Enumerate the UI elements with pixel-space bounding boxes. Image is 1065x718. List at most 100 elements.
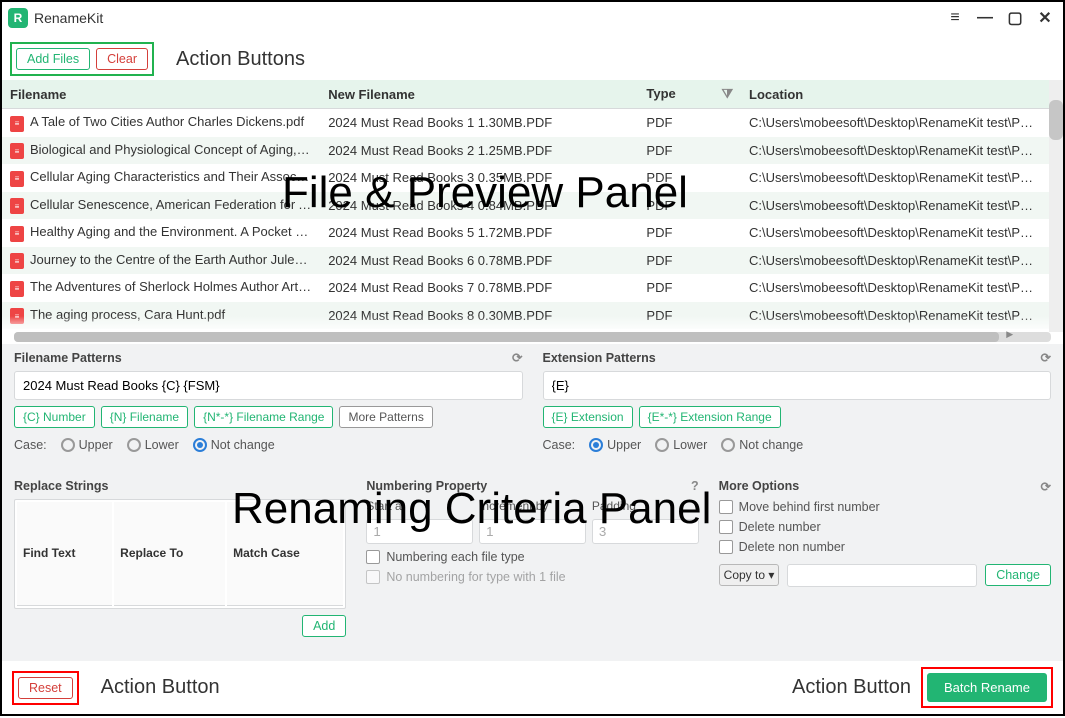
top-action-row: Add Files Clear Action Buttons	[2, 34, 1063, 80]
filename-case-notchange[interactable]: Not change	[193, 438, 275, 452]
pdf-file-icon: ≡	[10, 171, 24, 187]
chip-extension-range[interactable]: {E*-*} Extension Range	[639, 406, 781, 428]
numbering-padding-label: Padding	[592, 499, 699, 513]
numbering-startat-label: Start at	[366, 499, 473, 513]
more-options-section: More Options ⟳ Move behind first number …	[719, 479, 1051, 658]
horizontal-scrollbar[interactable]	[14, 332, 1051, 342]
chip-more-patterns[interactable]: More Patterns	[339, 406, 432, 428]
filename-pattern-input[interactable]	[14, 371, 523, 400]
annotation-box-green: Add Files Clear	[10, 42, 154, 76]
copy-to-path-input[interactable]	[787, 564, 977, 587]
title-bar: R RenameKit ≡ — ▢ ✕	[2, 2, 1063, 34]
move-behind-first-number-checkbox[interactable]: Move behind first number	[719, 500, 1051, 514]
clear-button[interactable]: Clear	[96, 48, 148, 70]
reset-button[interactable]: Reset	[18, 677, 73, 699]
cell-location: C:\Users\mobeesoft\Desktop\RenameKit tes…	[741, 192, 1049, 220]
pdf-file-icon: ≡	[10, 226, 24, 242]
cell-filename: ≡The Adventures of Sherlock Holmes Autho…	[2, 274, 320, 302]
app-title: RenameKit	[34, 10, 103, 26]
cell-type: PDF	[638, 302, 741, 330]
chip-filename-range[interactable]: {N*-*} Filename Range	[194, 406, 333, 428]
annotation-box-reset: Reset	[12, 671, 79, 705]
extension-case-label: Case:	[543, 438, 576, 452]
renaming-criteria-panel: Filename Patterns ⟳ {C} Number {N} Filen…	[2, 344, 1063, 661]
app-icon: R	[8, 8, 28, 28]
numbering-increment-input[interactable]	[479, 519, 586, 544]
chip-c-number[interactable]: {C} Number	[14, 406, 95, 428]
maximize-button[interactable]: ▢	[1003, 6, 1027, 30]
chip-n-filename[interactable]: {N} Filename	[101, 406, 188, 428]
numbering-startat-input[interactable]	[366, 519, 473, 544]
table-row[interactable]: ≡The Adventures of Sherlock Holmes Autho…	[2, 274, 1049, 302]
extension-pattern-input[interactable]	[543, 371, 1052, 400]
extension-case-lower[interactable]: Lower	[655, 438, 707, 452]
cell-type: PDF	[638, 109, 741, 137]
refresh-icon[interactable]: ⟳	[1041, 479, 1051, 494]
copy-to-select[interactable]: Copy to ▾	[719, 564, 780, 586]
annotation-action-button-right: Action Button	[792, 676, 911, 699]
filename-case-upper[interactable]: Upper	[61, 438, 113, 452]
replace-add-button[interactable]: Add	[302, 615, 346, 637]
cell-new-filename: 2024 Must Read Books 7 0.78MB.PDF	[320, 274, 638, 302]
cell-filename: ≡A Tale of Two Cities Author Charles Dic…	[2, 109, 320, 137]
close-button[interactable]: ✕	[1033, 6, 1057, 30]
delete-non-number-checkbox[interactable]: Delete non number	[719, 540, 1051, 554]
col-type[interactable]: Type ⧩	[638, 80, 741, 109]
col-location[interactable]: Location	[741, 80, 1049, 109]
cell-type: PDF	[638, 192, 741, 220]
cell-new-filename: 2024 Must Read Books 5 1.72MB.PDF	[320, 219, 638, 247]
annotation-box-batch-rename: Batch Rename	[921, 667, 1053, 708]
cell-filename: ≡The aging process, Cara Hunt.pdf	[2, 302, 320, 330]
pdf-file-icon: ≡	[10, 281, 24, 297]
more-options-title: More Options	[719, 479, 800, 493]
file-preview-panel: Filename New Filename Type ⧩ Location ≡A…	[2, 80, 1063, 332]
no-numbering-single-checkbox[interactable]: No numbering for type with 1 file	[366, 570, 698, 584]
numbering-each-filetype-checkbox[interactable]: Numbering each file type	[366, 550, 698, 564]
replace-find-header: Find Text	[17, 502, 112, 606]
cell-type: PDF	[638, 137, 741, 165]
table-row[interactable]: ≡The aging process, Cara Hunt.pdf2024 Mu…	[2, 302, 1049, 330]
table-row[interactable]: ≡Cellular Senescence, American Federatio…	[2, 192, 1049, 220]
filename-case-lower[interactable]: Lower	[127, 438, 179, 452]
cell-location: C:\Users\mobeesoft\Desktop\RenameKit tes…	[741, 109, 1049, 137]
table-row[interactable]: ≡Cellular Aging Characteristics and Thei…	[2, 164, 1049, 192]
delete-number-checkbox[interactable]: Delete number	[719, 520, 1051, 534]
file-table-scroll[interactable]: Filename New Filename Type ⧩ Location ≡A…	[2, 80, 1049, 332]
pdf-file-icon: ≡	[10, 143, 24, 159]
cell-new-filename: 2024 Must Read Books 2 1.25MB.PDF	[320, 137, 638, 165]
vertical-scrollbar[interactable]	[1049, 80, 1063, 332]
numbering-section: Numbering Property ? Start at Increment …	[366, 479, 698, 658]
cell-type: PDF	[638, 274, 741, 302]
col-filename[interactable]: Filename	[2, 80, 320, 109]
app-icon-letter: R	[14, 11, 23, 25]
chip-e-extension[interactable]: {E} Extension	[543, 406, 633, 428]
cell-filename: ≡Healthy Aging and the Environment. A Po…	[2, 219, 320, 247]
extension-case-upper[interactable]: Upper	[589, 438, 641, 452]
replace-matchcase-header: Match Case	[227, 502, 343, 606]
filter-icon[interactable]: ⧩	[721, 86, 733, 102]
extension-case-notchange[interactable]: Not change	[721, 438, 803, 452]
refresh-icon[interactable]: ⟳	[512, 350, 522, 365]
cell-new-filename: 2024 Must Read Books 3 0.35MB.PDF	[320, 164, 638, 192]
change-button[interactable]: Change	[985, 564, 1051, 586]
annotation-action-button-left: Action Button	[101, 676, 220, 699]
cell-location: C:\Users\mobeesoft\Desktop\RenameKit tes…	[741, 137, 1049, 165]
refresh-icon[interactable]: ⟳	[1041, 350, 1051, 365]
add-files-button[interactable]: Add Files	[16, 48, 90, 70]
replace-strings-section: Replace Strings Find Text Replace To Mat…	[14, 479, 346, 658]
table-row[interactable]: ≡A Tale of Two Cities Author Charles Dic…	[2, 109, 1049, 137]
table-row[interactable]: ≡Healthy Aging and the Environment. A Po…	[2, 219, 1049, 247]
hamburger-menu-button[interactable]: ≡	[943, 6, 967, 30]
file-table: Filename New Filename Type ⧩ Location ≡A…	[2, 80, 1049, 329]
table-row[interactable]: ≡Biological and Physiological Concept of…	[2, 137, 1049, 165]
cell-new-filename: 2024 Must Read Books 1 1.30MB.PDF	[320, 109, 638, 137]
batch-rename-button[interactable]: Batch Rename	[927, 673, 1047, 702]
help-icon[interactable]: ?	[691, 479, 699, 493]
pdf-file-icon: ≡	[10, 308, 24, 324]
col-new-filename[interactable]: New Filename	[320, 80, 638, 109]
numbering-padding-input[interactable]	[592, 519, 699, 544]
numbering-title: Numbering Property	[366, 479, 487, 493]
pdf-file-icon: ≡	[10, 198, 24, 214]
table-row[interactable]: ≡Journey to the Centre of the Earth Auth…	[2, 247, 1049, 275]
minimize-button[interactable]: —	[973, 6, 997, 30]
